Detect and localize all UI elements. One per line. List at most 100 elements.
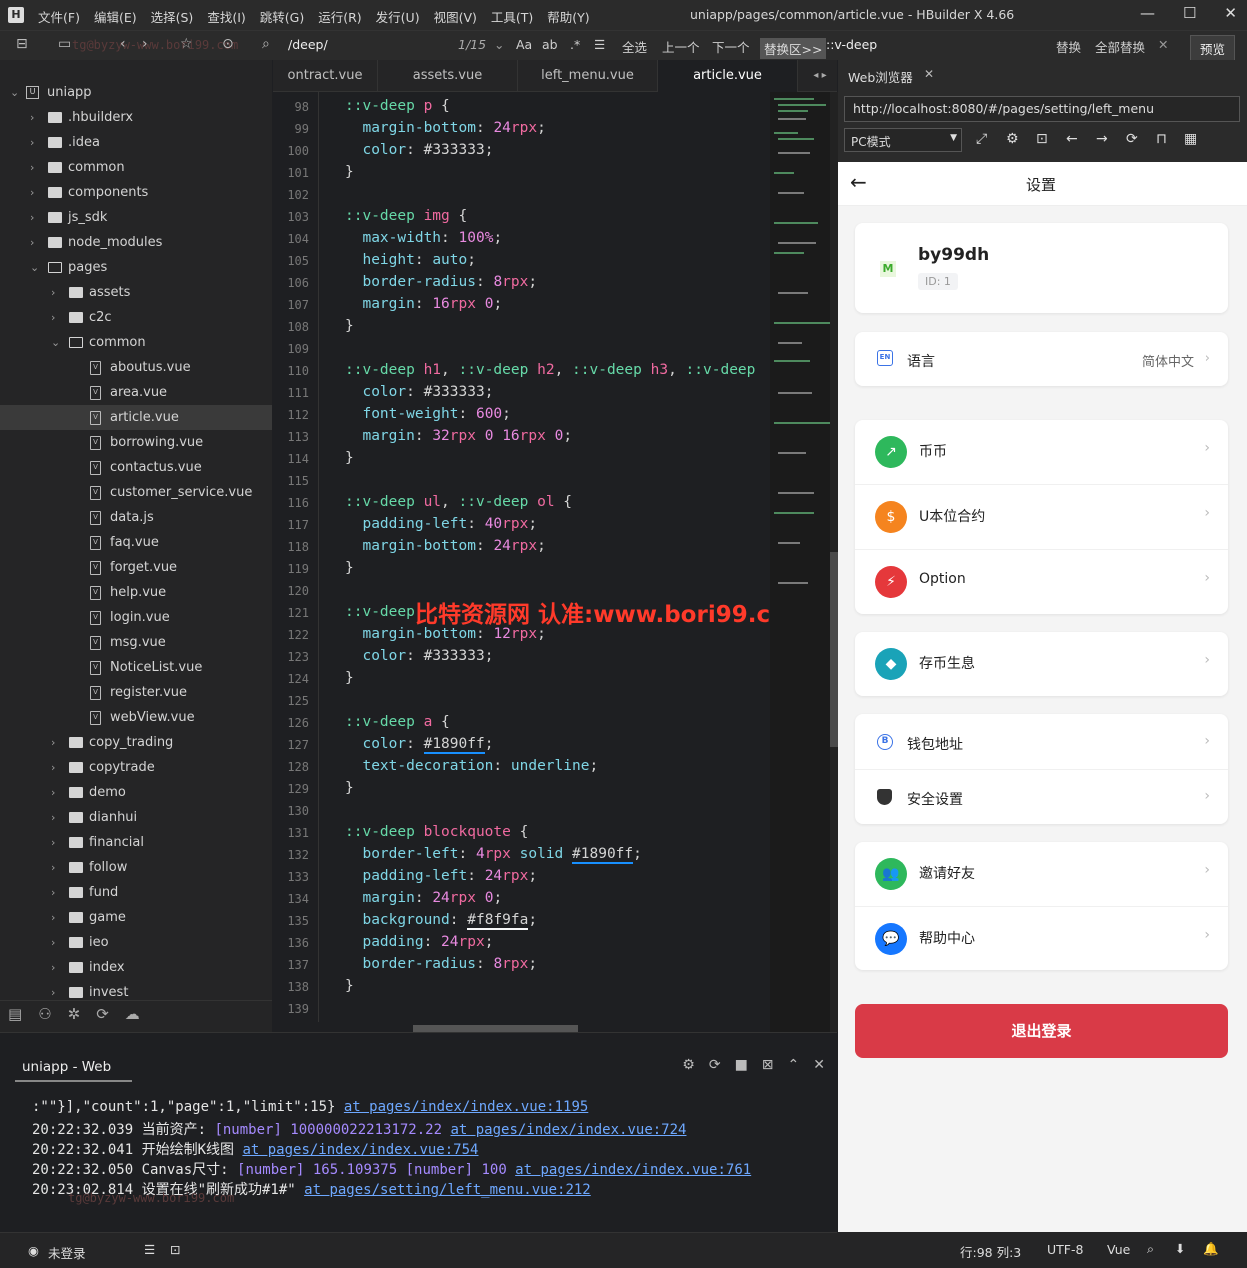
maximize-icon[interactable]: ☐ [1183, 4, 1196, 22]
clear-icon[interactable]: ⊠ [762, 1057, 774, 1073]
menu-item-security[interactable]: 安全设置 › [855, 770, 1228, 824]
tree-item[interactable]: › common [0, 155, 272, 180]
tree-item[interactable]: Varea.vue [0, 380, 272, 405]
tree-item[interactable]: Vforget.vue [0, 555, 272, 580]
tab-left-menu[interactable]: left_menu.vue [518, 60, 658, 92]
tree-item[interactable]: › .hbuilderx [0, 105, 272, 130]
tree-item[interactable]: Vcustomer_service.vue [0, 480, 272, 505]
plugin-icon[interactable]: ⚇ [38, 1005, 51, 1028]
console-link[interactable]: at pages/index/index.vue:1195 [344, 1099, 588, 1115]
close-icon[interactable]: ✕ [1224, 4, 1237, 22]
tree-item[interactable]: Vregister.vue [0, 680, 272, 705]
star-icon[interactable]: ☆ [180, 36, 193, 52]
debug-icon[interactable]: ✲ [68, 1005, 81, 1028]
back-icon[interactable]: ← [1066, 131, 1078, 147]
console-link[interactable]: at pages/index/index.vue:724 [450, 1122, 686, 1138]
search-input[interactable]: /deep/ [288, 37, 328, 52]
console-link[interactable]: at pages/index/index.vue:754 [242, 1142, 478, 1158]
tab-contract[interactable]: ontract.vue [273, 60, 378, 92]
collapse-icon[interactable]: ⌃ [788, 1057, 800, 1073]
download-icon[interactable]: ⬇ [1175, 1241, 1185, 1256]
tree-item[interactable]: › game [0, 905, 272, 930]
terminal-icon[interactable]: ⊡ [170, 1242, 180, 1257]
regex-icon[interactable]: .* [570, 37, 580, 52]
forward-icon[interactable]: → [1096, 131, 1108, 147]
cloud-icon[interactable]: ☁ [125, 1005, 140, 1028]
tree-item[interactable]: › ieo [0, 930, 272, 955]
menu-item-invite[interactable]: 👥 邀请好友 › [855, 842, 1228, 906]
browser-tab[interactable]: Web浏览器 [848, 67, 913, 86]
tree-item[interactable]: Vborrowing.vue [0, 430, 272, 455]
tree-item-uniapp[interactable]: ⌄ U uniapp [0, 80, 272, 105]
menu-publish[interactable]: 发行(U) [376, 7, 420, 26]
whole-word-icon[interactable]: ab [542, 37, 558, 52]
tree-item[interactable]: Varticle.vue [0, 405, 272, 430]
menu-run[interactable]: 运行(R) [318, 7, 361, 26]
tree-item[interactable]: › follow [0, 855, 272, 880]
tree-item[interactable]: › index [0, 955, 272, 980]
cursor-position[interactable]: 行:98 列:3 [960, 1242, 1021, 1261]
lock-icon[interactable]: ⊓ [1156, 131, 1167, 147]
device-mode-select[interactable]: PC模式 ▼ [844, 128, 962, 152]
restart-icon[interactable]: ⟳ [709, 1057, 721, 1073]
minimize-icon[interactable]: — [1140, 4, 1155, 22]
scrollbar-thumb[interactable] [830, 552, 838, 747]
forward-icon[interactable]: › [142, 36, 148, 52]
replace-button[interactable]: 替换 [1056, 37, 1081, 56]
tree-item[interactable]: Vdata.js [0, 505, 272, 530]
tree-item[interactable]: › copytrade [0, 755, 272, 780]
menu-select[interactable]: 选择(S) [151, 7, 194, 26]
in-selection-icon[interactable]: ☰ [594, 37, 605, 52]
tree-item[interactable]: Vhelp.vue [0, 580, 272, 605]
tree-item[interactable]: › .idea [0, 130, 272, 155]
tab-assets[interactable]: assets.vue [378, 60, 518, 92]
back-icon[interactable]: ‹ [120, 36, 126, 52]
replace-input[interactable]: ::v-deep [826, 37, 877, 52]
console-link[interactable]: at pages/index/index.vue:761 [515, 1162, 751, 1178]
refresh-icon[interactable]: ⟳ [1126, 131, 1138, 147]
close-find-icon[interactable]: ✕ [1158, 37, 1168, 52]
outline-icon[interactable]: ☰ [144, 1242, 155, 1257]
tree-item[interactable]: › components [0, 180, 272, 205]
bell-icon[interactable]: 🔔 [1203, 1241, 1219, 1257]
settings-icon[interactable]: ⚙ [1006, 131, 1019, 147]
close-tab-icon[interactable]: ✕ [924, 67, 934, 81]
tree-item[interactable]: › financial [0, 830, 272, 855]
menu-item-wallet[interactable]: B 钱包地址 › [855, 714, 1228, 769]
menu-find[interactable]: 查找(I) [207, 7, 245, 26]
tree-item[interactable]: Vlogin.vue [0, 605, 272, 630]
close-panel-icon[interactable]: ✕ [813, 1057, 825, 1073]
user-card[interactable]: M by99dh ID: 1 [855, 223, 1228, 313]
menu-file[interactable]: 文件(F) [38, 7, 80, 26]
tree-item[interactable]: Vaboutus.vue [0, 355, 272, 380]
git-icon[interactable]: ⟳ [96, 1005, 109, 1028]
scrollbar-thumb[interactable] [413, 1025, 578, 1032]
console-icon[interactable]: ⊡ [1036, 131, 1048, 147]
search-icon[interactable]: ⌕ [1147, 1241, 1154, 1257]
url-input[interactable]: http://localhost:8080/#/pages/setting/le… [844, 96, 1240, 122]
tree-item[interactable]: Vfaq.vue [0, 530, 272, 555]
logout-button[interactable]: 退出登录 [855, 1004, 1228, 1058]
menu-edit[interactable]: 编辑(E) [94, 7, 137, 26]
tree-item[interactable]: › invest [0, 980, 272, 1000]
menu-goto[interactable]: 跳转(G) [260, 7, 304, 26]
preview-button[interactable]: 预览 [1190, 35, 1236, 62]
tree-item[interactable]: ⌄ pages [0, 255, 272, 280]
replace-area-toggle[interactable]: 替换区>> [760, 38, 827, 59]
next-match-button[interactable]: 下一个 [712, 37, 750, 56]
code-editor[interactable]: 98 99 100 101 102 103 104 105 106 107 108 109 110 111… [273, 92, 770, 1022]
select-all-button[interactable]: 全选 [622, 37, 647, 56]
replace-all-button[interactable]: 全部替换 [1095, 37, 1145, 56]
match-case-icon[interactable]: Aa [516, 37, 532, 52]
tree-item[interactable]: Vcontactus.vue [0, 455, 272, 480]
tree-item[interactable]: › demo [0, 780, 272, 805]
tree-item[interactable]: Vmsg.vue [0, 630, 272, 655]
tree-item[interactable]: V NoticeList.vue [0, 655, 272, 680]
language-card[interactable]: EN 语言 简体中文 › [855, 332, 1228, 386]
console-link[interactable]: at pages/setting/left_menu.vue:212 [304, 1182, 591, 1198]
search-history-dropdown[interactable]: ⌄ [494, 37, 504, 52]
tree-item[interactable]: › copy_trading [0, 730, 272, 755]
tree-item[interactable]: VwebView.vue [0, 705, 272, 730]
minimap[interactable] [770, 92, 830, 1032]
menu-item-help[interactable]: 💬 帮助中心 › [855, 907, 1228, 971]
